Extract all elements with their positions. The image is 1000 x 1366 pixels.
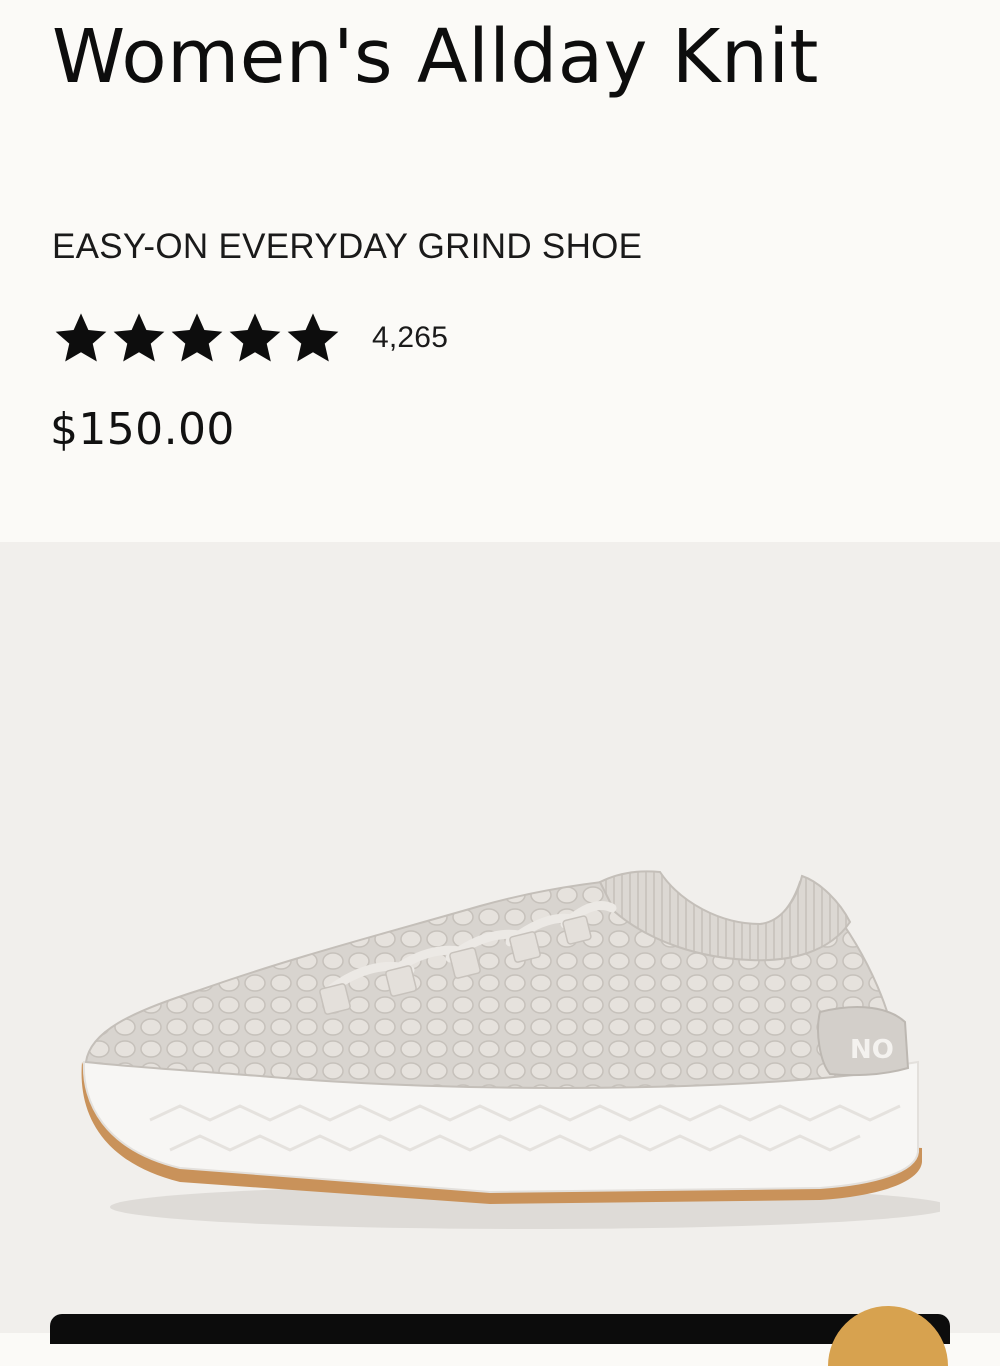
product-header: Women's Allday Knit EASY-ON EVERYDAY GRI… (0, 0, 1000, 542)
star-icon (226, 309, 284, 367)
star-icon (110, 309, 168, 367)
product-subtitle: EASY-ON EVERYDAY GRIND SHOE (52, 227, 643, 266)
shoe-product-image: NO (81, 870, 940, 1229)
product-image-gallery[interactable]: NO (0, 542, 1000, 1333)
star-icon (284, 309, 342, 367)
review-count[interactable]: 4,265 (372, 321, 448, 355)
add-to-cart-bar[interactable] (50, 1314, 950, 1344)
star-icon (168, 309, 226, 367)
star-icon (52, 309, 110, 367)
product-price: $150.00 (50, 404, 235, 455)
heel-logo-text: NO (850, 1035, 894, 1065)
product-title: Women's Allday Knit (52, 14, 819, 100)
star-rating (52, 309, 342, 367)
rating-row[interactable]: 4,265 (52, 305, 448, 371)
